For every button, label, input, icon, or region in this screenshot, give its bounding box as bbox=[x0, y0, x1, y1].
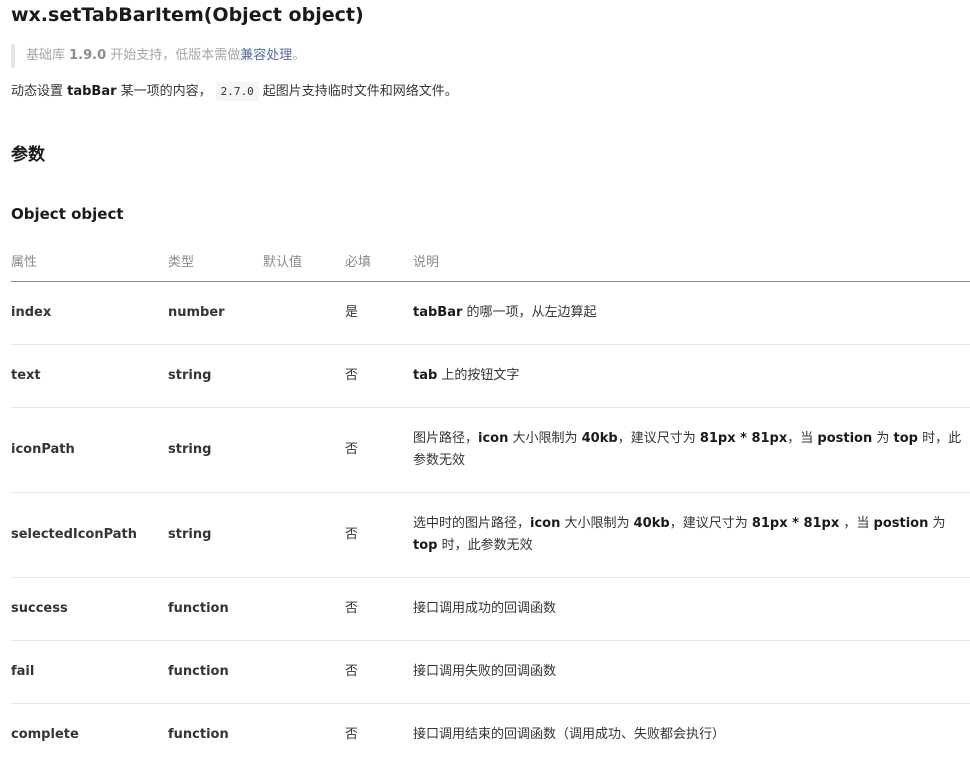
param-required: 否 bbox=[345, 641, 413, 704]
desc-text: 接口调用结束的回调函数（调用成功、失败都会执行） bbox=[413, 727, 725, 742]
param-required: 否 bbox=[345, 704, 413, 766]
desc-keyword: tabBar bbox=[413, 305, 462, 320]
param-description: tabBar 的哪一项，从左边算起 bbox=[413, 282, 970, 345]
table-row: textstring 否tab 上的按钮文字 bbox=[11, 345, 970, 408]
param-name: complete bbox=[11, 704, 168, 766]
param-name: success bbox=[11, 578, 168, 641]
param-description: 图片路径，icon 大小限制为 40kb，建议尺寸为 81px * 81px，当… bbox=[413, 408, 970, 493]
desc-text: ，建议尺寸为 bbox=[670, 516, 752, 531]
desc-keyword: icon bbox=[530, 516, 560, 531]
desc-text: 选中时的图片路径， bbox=[413, 516, 530, 531]
param-description: tab 上的按钮文字 bbox=[413, 345, 970, 408]
table-row: successfunction 否接口调用成功的回调函数 bbox=[11, 578, 970, 641]
param-default bbox=[263, 408, 345, 493]
param-default bbox=[263, 578, 345, 641]
param-name: index bbox=[11, 282, 168, 345]
notice-prefix: 基础库 bbox=[26, 48, 69, 63]
desc-text: 接口调用失败的回调函数 bbox=[413, 664, 556, 679]
desc-keyword: top bbox=[894, 431, 918, 446]
param-type: string bbox=[168, 493, 263, 578]
desc-bold: tabBar bbox=[67, 84, 116, 99]
api-description: 动态设置 tabBar 某一项的内容， 2.7.0 起图片支持临时文件和网络文件。 bbox=[11, 81, 458, 103]
param-name: iconPath bbox=[11, 408, 168, 493]
param-name: text bbox=[11, 345, 168, 408]
param-required: 否 bbox=[345, 345, 413, 408]
param-type: number bbox=[168, 282, 263, 345]
desc-keyword: 40kb bbox=[582, 431, 618, 446]
param-description: 接口调用成功的回调函数 bbox=[413, 578, 970, 641]
desc-keyword: tab bbox=[413, 368, 437, 383]
param-type: function bbox=[168, 578, 263, 641]
table-header-row: 属性 类型 默认值 必填 说明 bbox=[11, 239, 970, 282]
param-name: fail bbox=[11, 641, 168, 704]
param-required: 是 bbox=[345, 282, 413, 345]
table-row: completefunction 否接口调用结束的回调函数（调用成功、失败都会执行… bbox=[11, 704, 970, 766]
param-required: 否 bbox=[345, 578, 413, 641]
desc-part2: 某一项的内容， bbox=[117, 84, 212, 99]
table-row: indexnumber 是tabBar 的哪一项，从左边算起 bbox=[11, 282, 970, 345]
desc-keyword: 81px * 81px bbox=[700, 431, 787, 446]
header-default: 默认值 bbox=[263, 239, 345, 282]
header-name: 属性 bbox=[11, 239, 168, 282]
param-name: selectedIconPath bbox=[11, 493, 168, 578]
param-default bbox=[263, 345, 345, 408]
header-description: 说明 bbox=[413, 239, 970, 282]
desc-part1: 动态设置 bbox=[11, 84, 67, 99]
params-heading: 参数 bbox=[11, 143, 45, 167]
desc-keyword: icon bbox=[478, 431, 508, 446]
desc-version-code: 2.7.0 bbox=[216, 82, 259, 101]
param-description: 接口调用失败的回调函数 bbox=[413, 641, 970, 704]
version-notice: 基础库 1.9.0 开始支持，低版本需做兼容处理。 bbox=[11, 44, 305, 68]
desc-text: 大小限制为 bbox=[508, 431, 581, 446]
desc-text: 为 bbox=[872, 431, 893, 446]
desc-text: ，建议尺寸为 bbox=[618, 431, 700, 446]
param-type: string bbox=[168, 408, 263, 493]
param-type: function bbox=[168, 704, 263, 766]
desc-text: 为 bbox=[928, 516, 945, 531]
table-row: failfunction 否接口调用失败的回调函数 bbox=[11, 641, 970, 704]
param-description: 选中时的图片路径，icon 大小限制为 40kb，建议尺寸为 81px * 81… bbox=[413, 493, 970, 578]
desc-text: 上的按钮文字 bbox=[437, 368, 519, 383]
param-default bbox=[263, 704, 345, 766]
desc-text: 接口调用成功的回调函数 bbox=[413, 601, 556, 616]
table-row: iconPathstring 否图片路径，icon 大小限制为 40kb，建议尺寸… bbox=[11, 408, 970, 493]
desc-keyword: 40kb bbox=[634, 516, 670, 531]
desc-text: ，当 bbox=[787, 431, 817, 446]
param-default bbox=[263, 493, 345, 578]
desc-part3: 起图片支持临时文件和网络文件。 bbox=[263, 84, 458, 99]
param-description: 接口调用结束的回调函数（调用成功、失败都会执行） bbox=[413, 704, 970, 766]
param-default bbox=[263, 282, 345, 345]
param-default bbox=[263, 641, 345, 704]
table-body: indexnumber是tabBar 的哪一项，从左边算起textstring否… bbox=[11, 282, 970, 766]
param-required: 否 bbox=[345, 408, 413, 493]
desc-text: ，当 bbox=[839, 516, 873, 531]
desc-keyword: 81px * 81px bbox=[752, 516, 839, 531]
notice-middle: 开始支持，低版本需做 bbox=[106, 48, 240, 63]
desc-keyword: top bbox=[413, 538, 437, 553]
header-type: 类型 bbox=[168, 239, 263, 282]
desc-text: 图片路径， bbox=[413, 431, 478, 446]
desc-text: 时，此参数无效 bbox=[437, 538, 532, 553]
param-type: function bbox=[168, 641, 263, 704]
desc-keyword: postion bbox=[874, 516, 929, 531]
header-required: 必填 bbox=[345, 239, 413, 282]
param-type: string bbox=[168, 345, 263, 408]
desc-keyword: postion bbox=[817, 431, 872, 446]
desc-text: 大小限制为 bbox=[560, 516, 633, 531]
compat-link[interactable]: 兼容处理 bbox=[240, 48, 292, 63]
notice-suffix: 。 bbox=[292, 48, 305, 63]
api-title: wx.setTabBarItem(Object object) bbox=[11, 2, 364, 28]
params-table: 属性 类型 默认值 必填 说明 indexnumber 是tabBar 的哪一项，… bbox=[11, 239, 970, 766]
table-row: selectedIconPathstring 否选中时的图片路径，icon 大小限… bbox=[11, 493, 970, 578]
object-heading: Object object bbox=[11, 203, 124, 225]
desc-text: 的哪一项，从左边算起 bbox=[462, 305, 596, 320]
notice-version: 1.9.0 bbox=[69, 48, 106, 63]
param-required: 否 bbox=[345, 493, 413, 578]
